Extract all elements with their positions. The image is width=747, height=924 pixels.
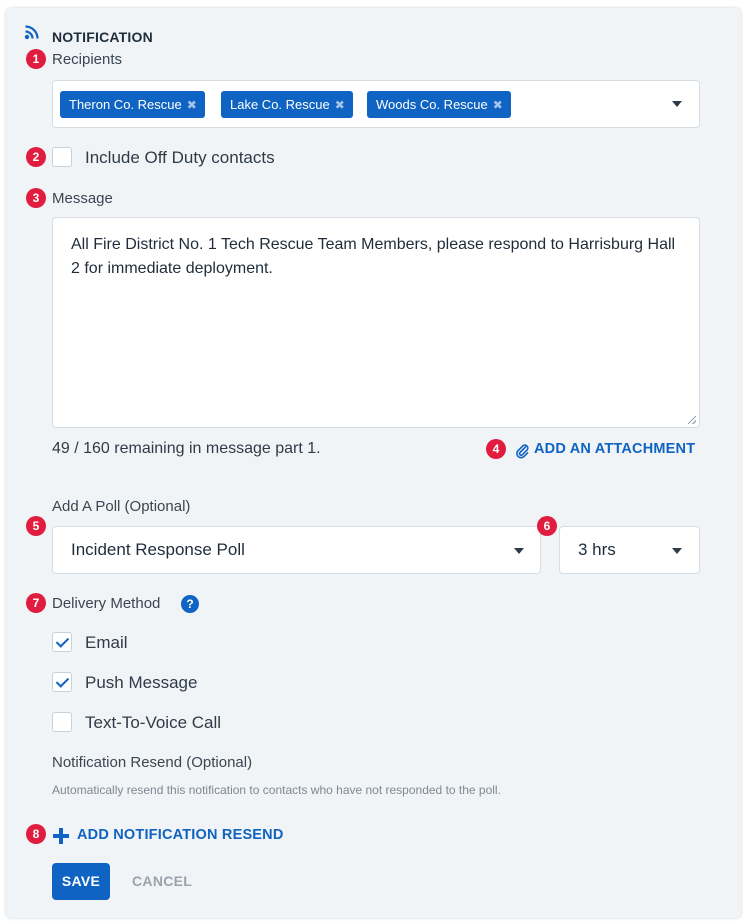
- plus-icon: [53, 828, 69, 844]
- poll-duration-select[interactable]: 3 hrs: [559, 526, 700, 574]
- paperclip-icon: [516, 444, 529, 459]
- remaining-count: 49 / 160 remaining in message part 1.: [52, 440, 321, 457]
- notification-card: [6, 8, 741, 918]
- remove-chip-icon[interactable]: ✖: [335, 98, 345, 112]
- remove-chip-icon[interactable]: ✖: [493, 98, 503, 112]
- text-to-voice-label: Text-To-Voice Call: [85, 713, 222, 732]
- resend-label: Notification Resend (Optional): [52, 754, 253, 771]
- email-label: Email: [85, 633, 128, 652]
- message-textarea[interactable]: All Fire District No. 1 Tech Rescue Team…: [52, 217, 700, 428]
- recipients-label: Recipients: [52, 51, 123, 68]
- email-checkbox[interactable]: [52, 632, 72, 652]
- poll-selected-value: Incident Response Poll: [71, 540, 245, 559]
- message-text: All Fire District No. 1 Tech Rescue Team…: [71, 236, 676, 277]
- push-message-label: Push Message: [85, 673, 198, 692]
- step-marker-6: 6: [537, 516, 557, 536]
- recipient-chip: Woods Co. Rescue ✖: [367, 91, 511, 118]
- add-notification-resend-link[interactable]: ADD NOTIFICATION RESEND: [52, 826, 292, 846]
- text-to-voice-checkbox[interactable]: [52, 712, 72, 732]
- step-marker-8: 8: [26, 824, 46, 844]
- remove-chip-icon[interactable]: ✖: [187, 98, 197, 112]
- save-button[interactable]: SAVE: [52, 863, 110, 900]
- poll-select[interactable]: Incident Response Poll: [52, 526, 541, 574]
- chevron-down-icon[interactable]: [672, 101, 682, 107]
- off-duty-checkbox[interactable]: [52, 147, 72, 167]
- chevron-down-icon: [514, 548, 524, 554]
- step-marker-7: 7: [26, 593, 46, 613]
- recipient-chip-label: Woods Co. Rescue: [376, 97, 488, 112]
- help-icon[interactable]: ?: [181, 595, 199, 613]
- cancel-button[interactable]: CANCEL: [124, 863, 200, 900]
- add-attachment-label: ADD AN ATTACHMENT: [534, 441, 696, 457]
- recipient-chip: Lake Co. Rescue ✖: [221, 91, 353, 118]
- recipient-chip-label: Lake Co. Rescue: [230, 97, 330, 112]
- step-marker-2: 2: [26, 147, 46, 167]
- recipients-select[interactable]: Theron Co. Rescue ✖ Lake Co. Rescue ✖ Wood…: [52, 80, 700, 128]
- resize-handle-icon[interactable]: [688, 416, 696, 424]
- add-notification-resend-label: ADD NOTIFICATION RESEND: [77, 827, 284, 843]
- step-marker-1: 1: [26, 49, 46, 69]
- step-marker-4: 4: [486, 439, 506, 459]
- section-title: NOTIFICATION: [52, 29, 153, 45]
- rss-feed-icon: [24, 25, 39, 40]
- message-label: Message: [52, 190, 113, 207]
- poll-duration-value: 3 hrs: [578, 540, 616, 559]
- recipient-chip-label: Theron Co. Rescue: [69, 97, 182, 112]
- step-marker-5: 5: [26, 516, 46, 536]
- resend-description: Automatically resend this notification t…: [52, 783, 501, 797]
- off-duty-label: Include Off Duty contacts: [85, 148, 275, 167]
- recipient-chip: Theron Co. Rescue ✖: [60, 91, 205, 118]
- push-message-checkbox[interactable]: [52, 672, 72, 692]
- step-marker-3: 3: [26, 188, 46, 208]
- delivery-method-label: Delivery Method: [52, 595, 161, 612]
- poll-label: Add A Poll (Optional): [52, 498, 191, 515]
- chevron-down-icon: [672, 548, 682, 554]
